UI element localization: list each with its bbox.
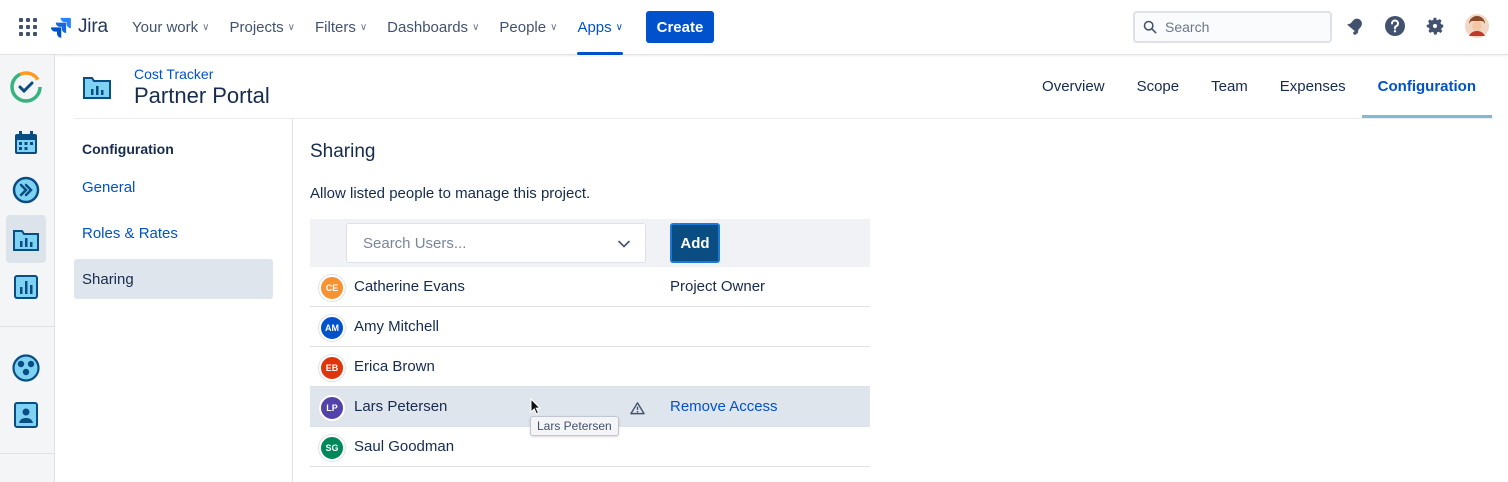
nav-apps[interactable]: Apps ∨	[567, 0, 633, 55]
tab-overview[interactable]: Overview	[1026, 55, 1121, 118]
sidebar-divider	[0, 326, 55, 327]
user-search-select[interactable]	[346, 223, 646, 263]
add-user-button[interactable]: Add	[670, 223, 720, 263]
chevron-down-icon[interactable]	[617, 237, 631, 251]
user-name: Saul Goodman	[354, 438, 455, 455]
app-switcher-icon[interactable]	[19, 18, 37, 36]
search-icon	[1143, 20, 1157, 34]
avatar: CE	[319, 275, 345, 301]
tab-team[interactable]: Team	[1195, 55, 1264, 118]
avatar: LP	[319, 395, 345, 421]
sidebar-forward-icon[interactable]	[6, 170, 46, 210]
chevron-down-icon: ∨	[615, 22, 623, 33]
nav-label: Projects	[229, 19, 284, 36]
nav-label: Your work	[132, 19, 199, 36]
create-button[interactable]: Create	[646, 11, 714, 43]
search-input[interactable]	[1165, 19, 1315, 35]
chevron-down-icon: ∨	[287, 22, 295, 33]
nav-label: Filters	[315, 19, 356, 36]
list-item: AM Amy Mitchell	[310, 307, 870, 347]
tab-scope[interactable]: Scope	[1121, 55, 1196, 118]
help-icon[interactable]	[1384, 15, 1406, 37]
nav-projects[interactable]: Projects ∨	[219, 0, 305, 55]
user-role: Project Owner	[670, 278, 766, 295]
settings-gear-icon[interactable]	[1424, 15, 1446, 37]
project-header: Cost Tracker Partner Portal Overview Sco…	[55, 55, 1508, 119]
project-tabs: Overview Scope Team Expenses Configurati…	[1026, 55, 1493, 118]
project-folder-chart-icon	[83, 75, 111, 104]
nav-label: Apps	[577, 19, 612, 36]
user-search-input[interactable]	[363, 234, 603, 252]
user-name: Lars Petersen	[354, 398, 448, 415]
nav-filters[interactable]: Filters ∨	[305, 0, 377, 55]
user-avatar[interactable]	[1465, 14, 1489, 38]
nav-your-work[interactable]: Your work ∨	[122, 0, 219, 55]
jira-logo-icon	[50, 17, 71, 38]
chevron-down-icon: ∨	[472, 22, 480, 33]
chevron-down-icon: ∨	[202, 22, 210, 33]
sidebar-cost-tracker-icon[interactable]	[6, 215, 46, 263]
section-description: Allow listed people to manage this proje…	[310, 185, 591, 202]
page-title: Partner Portal	[134, 83, 270, 108]
notifications-bell-icon[interactable]	[1344, 15, 1366, 37]
add-user-bar: Add	[310, 219, 870, 267]
sidebar-reports-icon[interactable]	[6, 267, 46, 307]
user-name-tooltip: Lars Petersen	[530, 416, 619, 436]
shared-users-list: CE Catherine Evans Project Owner AM Amy …	[310, 267, 870, 467]
user-name: Erica Brown	[354, 358, 435, 375]
product-sidebar	[0, 55, 55, 482]
sidebar-divider	[0, 453, 55, 454]
nav-dashboards[interactable]: Dashboards ∨	[377, 0, 489, 55]
config-item-sharing[interactable]: Sharing	[74, 259, 273, 299]
nav-people[interactable]: People ∨	[489, 0, 567, 55]
sidebar-calendar-icon[interactable]	[6, 123, 46, 163]
tab-expenses[interactable]: Expenses	[1264, 55, 1362, 118]
user-name: Catherine Evans	[354, 278, 465, 295]
chevron-down-icon: ∨	[359, 22, 368, 33]
jira-logo[interactable]: Jira	[50, 14, 108, 40]
user-name: Amy Mitchell	[354, 318, 440, 335]
breadcrumb-link[interactable]: Cost Tracker	[134, 66, 213, 82]
sidebar-profile-icon[interactable]	[6, 395, 46, 435]
avatar: AM	[319, 315, 345, 341]
config-nav-title: Configuration	[82, 141, 174, 157]
nav-label: People	[499, 19, 547, 36]
remove-access-link[interactable]: Remove Access	[670, 398, 778, 415]
list-item: EB Erica Brown	[310, 347, 870, 387]
global-search[interactable]	[1133, 11, 1332, 43]
mouse-pointer-icon	[530, 398, 542, 415]
nav-label: Dashboards	[387, 19, 469, 36]
list-item: CE Catherine Evans Project Owner	[310, 267, 870, 307]
warning-icon	[630, 402, 645, 415]
sidebar-teams-icon[interactable]	[6, 348, 46, 388]
config-item-general[interactable]: General	[74, 167, 273, 207]
sidebar-check-circle-icon[interactable]	[6, 67, 46, 107]
section-title: Sharing	[310, 141, 376, 162]
top-navigation-bar: Jira Your work ∨ Projects ∨ Filters ∨ Dashb…	[0, 0, 1508, 55]
main-nav: Your work ∨ Projects ∨ Filters ∨ Dashboards…	[122, 0, 633, 55]
avatar: SG	[319, 435, 345, 461]
tab-configuration[interactable]: Configuration	[1361, 55, 1493, 118]
configuration-nav: Configuration General Roles & Rates Shar…	[74, 119, 293, 482]
chevron-down-icon: ∨	[550, 22, 558, 33]
avatar: EB	[319, 355, 345, 381]
config-item-roles-rates[interactable]: Roles & Rates	[74, 213, 273, 253]
app-name: Jira	[78, 16, 108, 37]
